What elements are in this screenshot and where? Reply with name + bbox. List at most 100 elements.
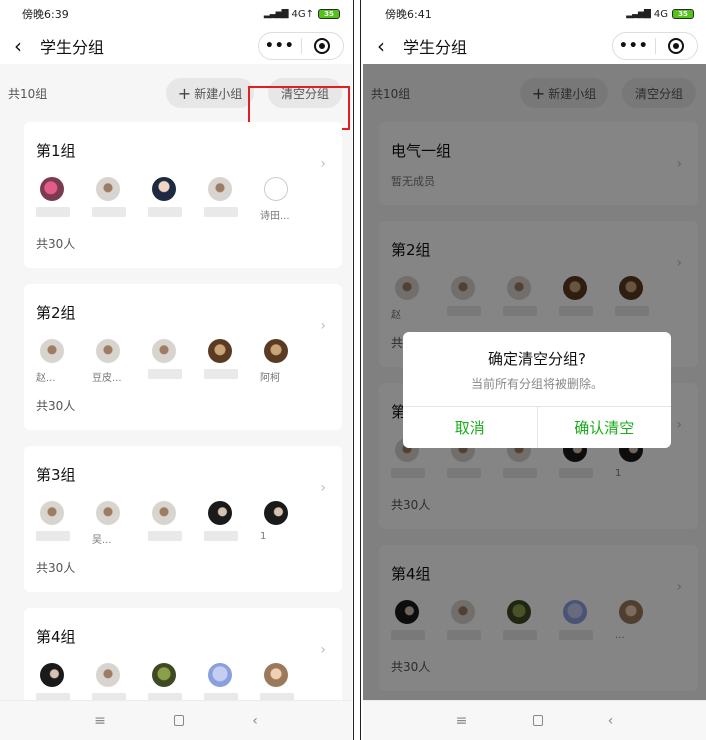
back-chevron-icon[interactable]: ‹ <box>377 34 397 58</box>
chevron-right-icon: › <box>320 318 326 334</box>
member-item: 豆皮... <box>92 339 148 384</box>
member-name: 1 <box>260 531 267 542</box>
member-name <box>148 531 182 545</box>
plus-icon: + <box>177 83 192 103</box>
member-name: 阿柯 <box>260 373 280 384</box>
member-item <box>36 177 92 221</box>
group-title: 第3组 <box>36 466 76 484</box>
avatar <box>96 663 120 687</box>
nav-bar: ‹ 学生分组 ••• <box>363 28 706 64</box>
redacted-name <box>92 207 126 217</box>
confirm-clear-button[interactable]: 确认清空 <box>536 407 672 448</box>
group-title: 第1组 <box>36 142 76 160</box>
menu-icon[interactable]: ≡ <box>94 713 106 729</box>
status-bar: 傍晚6:39 ▂▃▅▇ 4G↑ 35 <box>0 0 352 28</box>
chevron-right-icon: › <box>320 156 326 172</box>
member-item <box>204 501 260 545</box>
avatar <box>152 663 176 687</box>
member-name: 吴... <box>92 535 112 546</box>
member-item: 吴... <box>92 501 148 546</box>
signal-icon: ▂▃▅▇ <box>626 9 651 19</box>
member-name <box>204 369 238 383</box>
home-icon[interactable] <box>532 715 543 726</box>
battery-icon: 35 <box>672 9 694 19</box>
avatar <box>96 339 120 363</box>
group-card[interactable]: 第3组 › 吴... 1 共30人 <box>24 446 342 592</box>
member-item: 1 <box>260 501 316 545</box>
avatar <box>208 339 232 363</box>
group-card[interactable]: 第2组 › 赵... 豆皮... 阿柯 共30人 <box>24 284 342 430</box>
member-item: 赵... <box>36 339 92 384</box>
avatar <box>208 501 232 525</box>
avatar <box>40 339 64 363</box>
avatar <box>152 501 176 525</box>
dialog-message: 当前所有分组将被删除。 <box>470 377 603 391</box>
new-group-button[interactable]: + 新建小组 <box>166 78 254 108</box>
member-name <box>36 207 70 221</box>
member-name: 豆皮... <box>92 373 122 384</box>
avatar <box>264 663 288 687</box>
member-item <box>148 339 204 383</box>
avatar <box>152 177 176 201</box>
group-card[interactable]: 第1组 › 诗田... 共30人 <box>24 122 342 268</box>
redacted-name <box>148 369 182 379</box>
back-chevron-icon[interactable]: ‹ <box>14 34 34 58</box>
member-item <box>204 177 260 221</box>
page-title: 学生分组 <box>40 38 105 57</box>
close-target-icon[interactable] <box>301 38 343 54</box>
avatar <box>40 177 64 201</box>
member-item <box>148 501 204 545</box>
redacted-name <box>204 531 238 541</box>
member-name: 诗田... <box>260 211 290 222</box>
avatar <box>40 663 64 687</box>
member-item <box>204 339 260 383</box>
avatar <box>152 339 176 363</box>
member-total: 共30人 <box>36 237 76 251</box>
redacted-name <box>36 531 70 541</box>
avatar <box>40 501 64 525</box>
member-item <box>148 177 204 221</box>
group-title: 第4组 <box>36 628 76 646</box>
home-icon[interactable] <box>174 715 185 726</box>
member-total: 共30人 <box>36 561 76 575</box>
chevron-right-icon: › <box>320 480 326 496</box>
network-label: 4G <box>653 8 668 20</box>
member-row <box>24 647 342 707</box>
redacted-name <box>204 369 238 379</box>
avatar <box>264 339 288 363</box>
member-item: 阿柯 <box>260 339 316 384</box>
status-time: 傍晚6:39 <box>22 8 69 21</box>
member-name <box>92 207 126 221</box>
menu-icon[interactable]: ≡ <box>456 713 468 729</box>
system-nav-bar: ≡ ‹ <box>0 700 352 740</box>
chevron-right-icon: › <box>320 642 326 658</box>
back-icon[interactable]: ‹ <box>608 713 614 729</box>
avatar <box>96 501 120 525</box>
member-row: 吴... 1 <box>24 485 342 546</box>
close-target-icon[interactable] <box>655 38 697 54</box>
redacted-name <box>148 531 182 541</box>
back-icon[interactable]: ‹ <box>252 713 258 729</box>
status-bar: 傍晚6:41 ▂▃▅▇ 4G 35 <box>363 0 706 28</box>
more-dots-icon[interactable]: ••• <box>613 38 655 54</box>
member-name <box>204 531 238 545</box>
member-name: 赵... <box>36 373 56 384</box>
group-count: 共10组 <box>8 86 48 101</box>
status-time: 傍晚6:41 <box>385 8 432 21</box>
redacted-name <box>36 207 70 217</box>
avatar <box>208 663 232 687</box>
network-label: 4G↑ <box>291 8 315 20</box>
member-name <box>148 207 182 221</box>
left-screen: 傍晚6:39 ▂▃▅▇ 4G↑ 35 ‹ 学生分组 ••• 共10组 + 新建小组… <box>0 0 352 740</box>
member-name <box>36 531 70 545</box>
member-item: 诗田... <box>260 177 316 222</box>
group-card[interactable]: 第4组 › <box>24 608 342 707</box>
avatar <box>264 177 288 201</box>
more-dots-icon[interactable]: ••• <box>259 38 301 54</box>
nav-bar: ‹ 学生分组 ••• <box>0 28 352 64</box>
screenshot-divider <box>353 0 361 740</box>
page-title: 学生分组 <box>403 38 468 57</box>
member-row: 诗田... <box>24 161 342 222</box>
avatar <box>264 501 288 525</box>
cancel-button[interactable]: 取消 <box>403 407 537 448</box>
